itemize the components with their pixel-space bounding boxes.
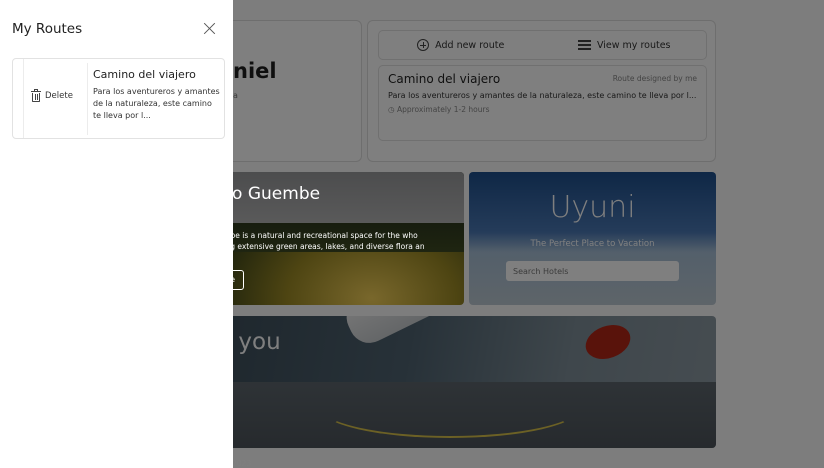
guembe-title: ntro Guembe: [208, 184, 321, 204]
guembe-more-button[interactable]: nore: [208, 270, 244, 290]
close-icon[interactable]: [203, 22, 216, 35]
guembe-desc-line2: aturing extensive green areas, lakes, an…: [208, 242, 425, 252]
drawer-title: My Routes: [12, 21, 83, 37]
trash-icon: [31, 89, 41, 102]
my-routes-drawer: My Routes Delete Camino del viajero Para…: [0, 0, 233, 468]
route-item-name[interactable]: Camino del viajero: [93, 68, 196, 81]
guembe-desc-line1: Guembe is a natural and recreational spa…: [208, 231, 418, 240]
route-item-left-border: [23, 59, 24, 138]
delete-route-button[interactable]: Delete: [31, 89, 73, 102]
route-list-item: Delete Camino del viajero Para los avent…: [12, 58, 225, 139]
guembe-description: Guembe is a natural and recreational spa…: [208, 230, 464, 253]
route-item-separator: [87, 63, 88, 135]
route-item-description: Para los aventureros y amantes de la nat…: [93, 87, 220, 120]
delete-label: Delete: [45, 91, 73, 101]
